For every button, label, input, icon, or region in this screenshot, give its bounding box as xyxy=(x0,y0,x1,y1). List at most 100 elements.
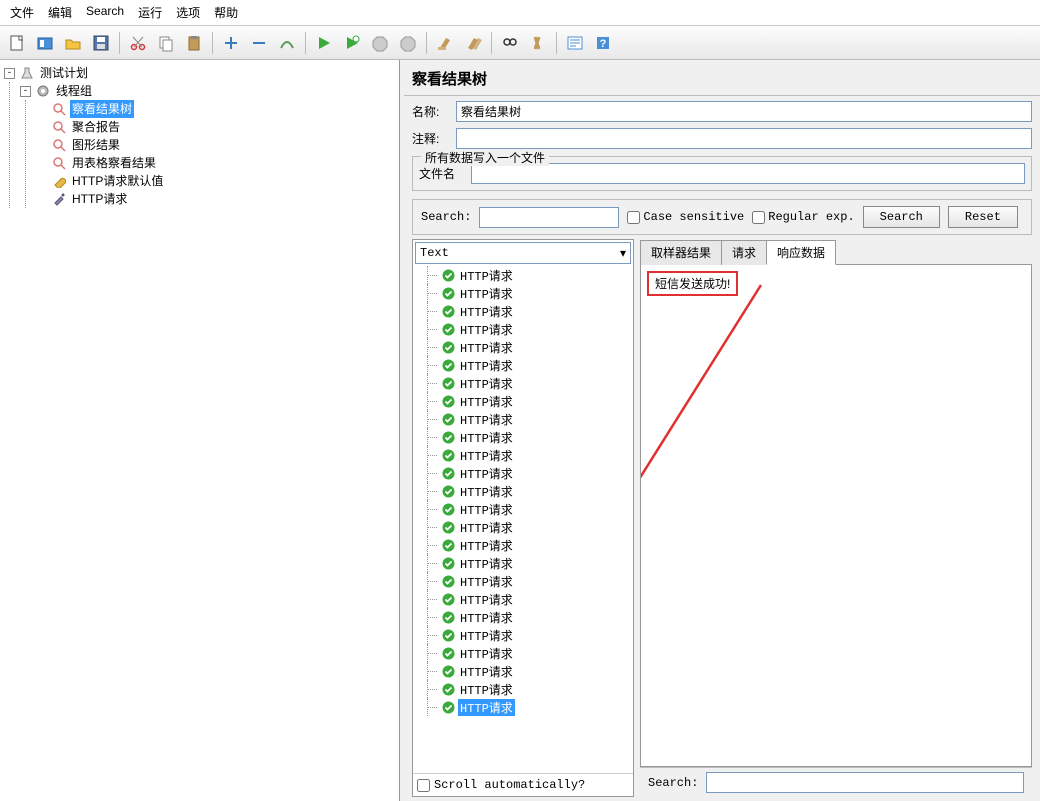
menu-help[interactable]: 帮助 xyxy=(208,2,244,23)
tree-root-label[interactable]: 测试计划 xyxy=(38,64,90,82)
result-item[interactable]: HTTP请求 xyxy=(413,680,633,698)
success-icon xyxy=(441,376,455,390)
result-item[interactable]: HTTP请求 xyxy=(413,428,633,446)
result-item[interactable]: HTTP请求 xyxy=(413,698,633,716)
separator xyxy=(491,32,492,54)
test-plan-tree[interactable]: - 测试计划 - 线程组 察看结果树聚合报告图形结果用表格察看结果HTTP请求默… xyxy=(0,60,400,801)
tab-1[interactable]: 请求 xyxy=(721,240,767,265)
copy-icon[interactable] xyxy=(153,30,179,56)
shutdown-icon[interactable] xyxy=(395,30,421,56)
clear-icon[interactable] xyxy=(432,30,458,56)
tree-item[interactable]: 察看结果树 xyxy=(70,100,134,118)
success-icon xyxy=(441,466,455,480)
result-item[interactable]: HTTP请求 xyxy=(413,356,633,374)
name-label: 名称: xyxy=(412,103,452,120)
search-button[interactable]: Search xyxy=(863,206,940,228)
result-item[interactable]: HTTP请求 xyxy=(413,644,633,662)
start-no-timers-icon[interactable] xyxy=(339,30,365,56)
search-input[interactable] xyxy=(479,207,619,228)
scroll-auto-label: Scroll automatically? xyxy=(434,778,585,792)
open-icon[interactable] xyxy=(60,30,86,56)
success-icon xyxy=(441,394,455,408)
success-icon xyxy=(441,520,455,534)
result-tabs: 取样器结果请求响应数据 xyxy=(640,239,1032,265)
menu-options[interactable]: 选项 xyxy=(170,2,206,23)
case-sensitive-checkbox[interactable]: Case sensitive xyxy=(627,210,744,224)
success-icon xyxy=(441,700,455,714)
tree-item[interactable]: HTTP请求 xyxy=(70,190,129,208)
thread-group-label[interactable]: 线程组 xyxy=(54,82,94,100)
separator xyxy=(556,32,557,54)
scroll-auto-checkbox[interactable] xyxy=(417,779,430,792)
templates-icon[interactable] xyxy=(32,30,58,56)
tab-0[interactable]: 取样器结果 xyxy=(640,240,722,265)
cut-icon[interactable] xyxy=(125,30,151,56)
result-item[interactable]: HTTP请求 xyxy=(413,662,633,680)
success-icon xyxy=(441,412,455,426)
result-item[interactable]: HTTP请求 xyxy=(413,572,633,590)
separator xyxy=(212,32,213,54)
menu-file[interactable]: 文件 xyxy=(4,2,40,23)
toggle-icon[interactable] xyxy=(274,30,300,56)
renderer-dropdown[interactable]: Text ▾ xyxy=(415,242,631,264)
result-item[interactable]: HTTP请求 xyxy=(413,518,633,536)
result-item[interactable]: HTTP请求 xyxy=(413,338,633,356)
result-item[interactable]: HTTP请求 xyxy=(413,392,633,410)
tree-item[interactable]: 图形结果 xyxy=(70,136,122,154)
filename-input[interactable] xyxy=(471,163,1025,184)
result-item[interactable]: HTTP请求 xyxy=(413,554,633,572)
result-item[interactable]: HTTP请求 xyxy=(413,482,633,500)
success-icon xyxy=(441,448,455,462)
result-item[interactable]: HTTP请求 xyxy=(413,302,633,320)
success-icon xyxy=(441,268,455,282)
reset-search-icon[interactable] xyxy=(525,30,551,56)
clear-all-icon[interactable] xyxy=(460,30,486,56)
menu-search[interactable]: Search xyxy=(80,2,130,23)
result-item[interactable]: HTTP请求 xyxy=(413,266,633,284)
help-icon[interactable]: ? xyxy=(590,30,616,56)
menu-edit[interactable]: 编辑 xyxy=(42,2,78,23)
paste-icon[interactable] xyxy=(181,30,207,56)
result-item[interactable]: HTTP请求 xyxy=(413,536,633,554)
result-list[interactable]: HTTP请求HTTP请求HTTP请求HTTP请求HTTP请求HTTP请求HTTP… xyxy=(413,266,633,773)
tree-item[interactable]: 用表格察看结果 xyxy=(70,154,158,172)
response-body[interactable]: 短信发送成功! xyxy=(640,265,1032,767)
result-item[interactable]: HTTP请求 xyxy=(413,410,633,428)
tree-toggle[interactable]: - xyxy=(4,68,15,79)
tree-item[interactable]: HTTP请求默认值 xyxy=(70,172,165,190)
result-item[interactable]: HTTP请求 xyxy=(413,608,633,626)
glass-icon xyxy=(51,101,67,117)
panel-title: 察看结果树 xyxy=(404,64,1040,93)
tree-item[interactable]: 聚合报告 xyxy=(70,118,122,136)
new-icon[interactable] xyxy=(4,30,30,56)
stop-icon[interactable] xyxy=(367,30,393,56)
success-icon xyxy=(441,322,455,336)
result-item[interactable]: HTTP请求 xyxy=(413,446,633,464)
wrench-icon xyxy=(51,173,67,189)
result-item[interactable]: HTTP请求 xyxy=(413,464,633,482)
success-icon xyxy=(441,340,455,354)
reset-button[interactable]: Reset xyxy=(948,206,1018,228)
comment-input[interactable] xyxy=(456,128,1032,149)
start-icon[interactable] xyxy=(311,30,337,56)
search-icon[interactable] xyxy=(497,30,523,56)
tab-2[interactable]: 响应数据 xyxy=(766,240,836,265)
result-item[interactable]: HTTP请求 xyxy=(413,320,633,338)
result-item[interactable]: HTTP请求 xyxy=(413,590,633,608)
separator xyxy=(426,32,427,54)
result-item[interactable]: HTTP请求 xyxy=(413,500,633,518)
collapse-icon[interactable] xyxy=(246,30,272,56)
name-input[interactable] xyxy=(456,101,1032,122)
result-item[interactable]: HTTP请求 xyxy=(413,284,633,302)
menu-run[interactable]: 运行 xyxy=(132,2,168,23)
search-bar: Search: Case sensitive Regular exp. Sear… xyxy=(412,199,1032,235)
regex-checkbox[interactable]: Regular exp. xyxy=(752,210,854,224)
tree-toggle[interactable]: - xyxy=(20,86,31,97)
result-item[interactable]: HTTP请求 xyxy=(413,626,633,644)
bottom-search-input[interactable] xyxy=(706,772,1024,793)
success-icon xyxy=(441,358,455,372)
save-icon[interactable] xyxy=(88,30,114,56)
result-item[interactable]: HTTP请求 xyxy=(413,374,633,392)
function-helper-icon[interactable] xyxy=(562,30,588,56)
expand-icon[interactable] xyxy=(218,30,244,56)
